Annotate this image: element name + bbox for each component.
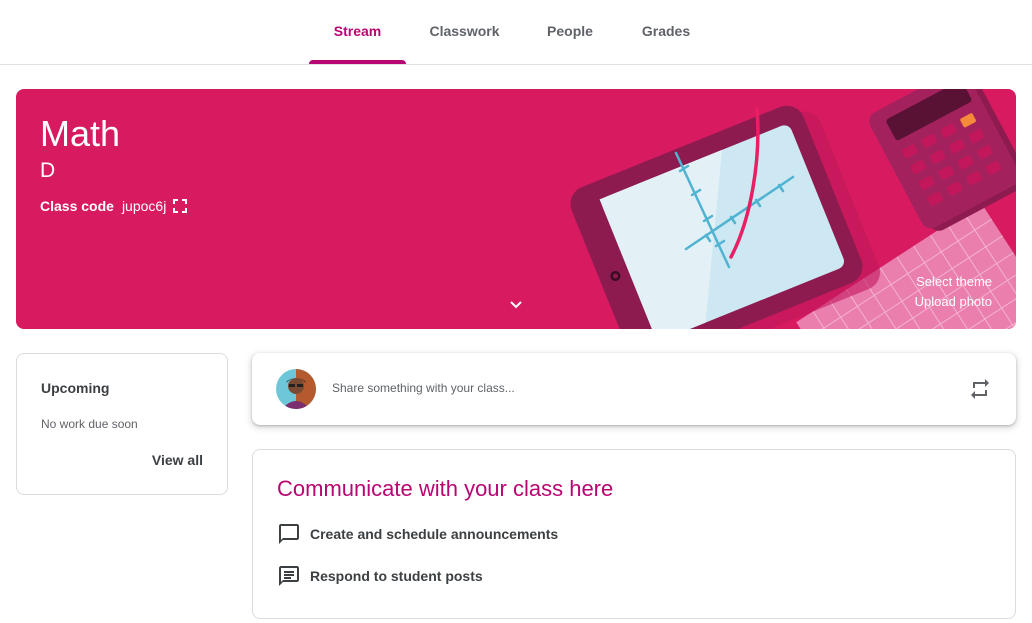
communicate-title: Communicate with your class here [277, 476, 614, 501]
top-nav: Stream Classwork People Grades [0, 0, 1032, 65]
tab-grades[interactable]: Grades [630, 0, 702, 64]
chevron-down-icon[interactable] [506, 295, 526, 315]
tab-classwork[interactable]: Classwork [418, 0, 511, 64]
share-input[interactable]: Share something with your class... [332, 381, 515, 395]
view-all-link[interactable]: View all [152, 452, 203, 468]
class-title: Math [40, 113, 121, 154]
fullscreen-icon[interactable] [172, 198, 188, 214]
class-code-label: Class code [40, 198, 114, 214]
list-item-label: Respond to student posts [310, 568, 483, 584]
list-item: Respond to student posts [277, 564, 483, 588]
upcoming-card: Upcoming No work due soon View all [16, 353, 228, 495]
upcoming-title: Upcoming [41, 380, 110, 396]
list-item: Create and schedule announcements [277, 522, 558, 546]
avatar [276, 369, 316, 409]
message-lines-icon [279, 566, 299, 586]
share-box[interactable]: Share something with your class... [252, 353, 1016, 425]
class-banner: Math D Class code jupoc6j Select theme U… [16, 89, 1016, 329]
comment-icon [279, 524, 299, 544]
communicate-card: Communicate with your class here Create … [252, 449, 1016, 619]
tab-stream[interactable]: Stream [309, 0, 406, 64]
upcoming-empty-text: No work due soon [41, 417, 138, 431]
list-item-label: Create and schedule announcements [310, 526, 559, 542]
class-code-value: jupoc6j [121, 198, 167, 214]
class-section: D [40, 159, 56, 182]
upload-photo-link[interactable]: Upload photo [915, 294, 992, 309]
select-theme-link[interactable]: Select theme [916, 274, 992, 289]
tab-people[interactable]: People [537, 0, 603, 64]
class-code-row: Class code jupoc6j [40, 196, 188, 216]
repost-icon[interactable] [968, 377, 992, 401]
